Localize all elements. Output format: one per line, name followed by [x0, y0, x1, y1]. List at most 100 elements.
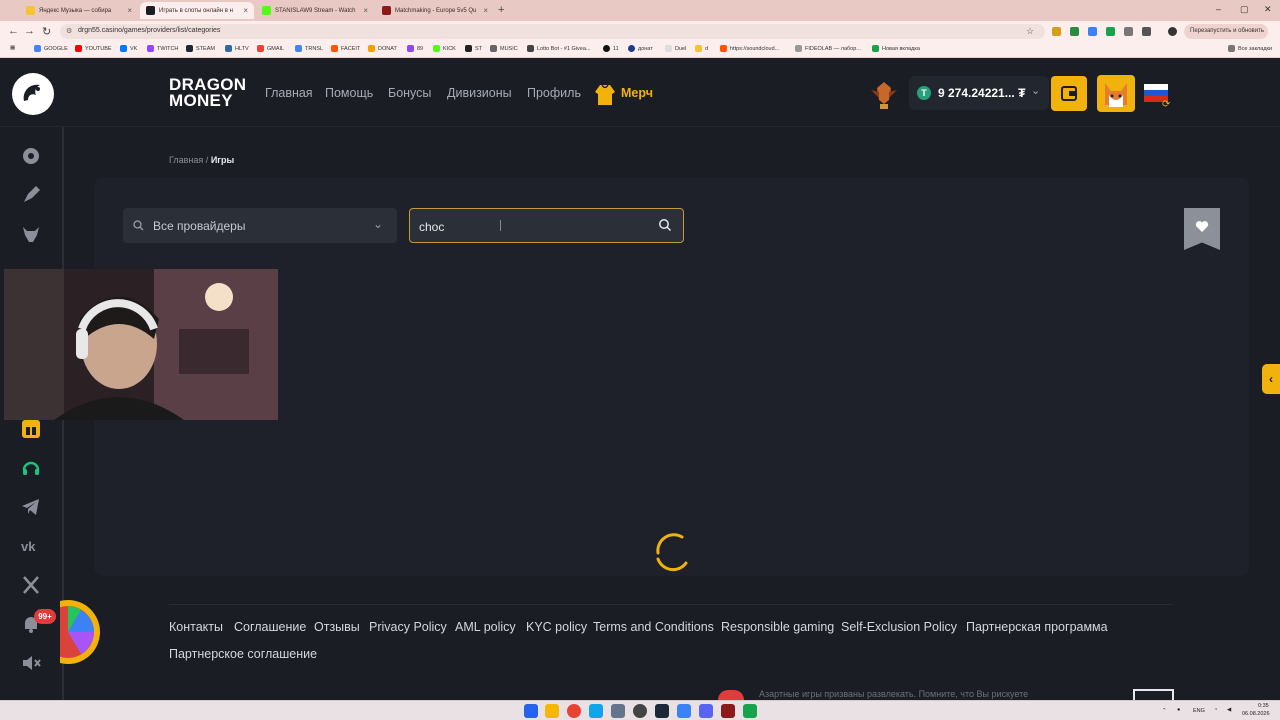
discord-icon[interactable] — [699, 704, 713, 718]
close-icon[interactable]: × — [363, 6, 368, 15]
tray-chevron-icon[interactable]: ⌃ — [1162, 708, 1167, 714]
windows-start-icon[interactable] — [524, 704, 538, 718]
speaker-icon[interactable]: ◀ — [1227, 707, 1231, 713]
rocket-icon[interactable] — [20, 184, 42, 206]
support-icon[interactable] — [20, 457, 42, 479]
extension-icon[interactable] — [1106, 27, 1115, 36]
bookmark-donat[interactable]: DONAT — [368, 45, 397, 52]
notepad-icon[interactable] — [611, 704, 625, 718]
tab-kick-stream[interactable]: STANISLAW9 Stream - Watch × — [256, 2, 374, 19]
all-bookmarks[interactable]: Все закладки — [1228, 45, 1272, 52]
bull-icon[interactable] — [20, 223, 42, 245]
bookmark-new-tab[interactable]: Новая вкладка — [872, 45, 920, 52]
tab-yandex-music[interactable]: Яндекс Музыка — собира × — [20, 2, 138, 19]
footer-link-partner-program[interactable]: Партнерская программа — [966, 620, 1108, 634]
chat-widget-icon[interactable] — [718, 690, 744, 700]
footer-link-aml[interactable]: AML policy — [455, 620, 516, 634]
nav-divisions[interactable]: Дивизионы — [447, 86, 512, 100]
store-icon[interactable] — [589, 704, 603, 718]
bookmark-hltv[interactable]: HLTV — [225, 45, 249, 52]
extension-icon[interactable] — [1070, 27, 1079, 36]
bookmark-duel[interactable]: Duel — [665, 45, 686, 52]
bookmark-11[interactable]: 11 — [603, 45, 619, 52]
chrome-icon[interactable] — [567, 704, 581, 718]
bookmark-st[interactable]: ST — [465, 45, 482, 52]
nav-bonuses[interactable]: Бонусы — [388, 86, 431, 100]
app-icon[interactable] — [743, 704, 757, 718]
minimize-icon[interactable]: – — [1216, 4, 1221, 14]
footer-link-terms[interactable]: Terms and Conditions — [593, 620, 714, 634]
footer-link-responsible[interactable]: Responsible gaming — [721, 620, 834, 634]
footer-link-agreement[interactable]: Соглашение — [234, 620, 306, 634]
reload-icon[interactable]: ↻ — [42, 25, 51, 38]
microphone-icon[interactable]: ● — [1177, 707, 1180, 713]
back-icon[interactable]: ← — [8, 25, 19, 37]
bookmark-trnsl[interactable]: TRNSL — [295, 45, 323, 52]
profile-icon[interactable] — [1168, 27, 1177, 36]
apps-icon[interactable]: ▦ — [10, 45, 15, 51]
bookmark-lotto-bot[interactable]: Lotto Bot - #1 Givea... — [527, 45, 591, 52]
trophy-icon[interactable] — [867, 78, 901, 112]
steam-icon[interactable] — [655, 704, 669, 718]
maximize-icon[interactable]: ▢ — [1240, 4, 1249, 15]
wallet-button[interactable] — [1051, 76, 1087, 111]
nav-home[interactable]: Главная — [265, 86, 313, 100]
extensions-puzzle-icon[interactable] — [1124, 27, 1133, 36]
footer-link-reviews[interactable]: Отзывы — [314, 620, 360, 634]
x-icon[interactable] — [20, 574, 42, 596]
faceit-icon[interactable] — [721, 704, 735, 718]
wifi-icon[interactable]: ◔ — [1214, 707, 1217, 713]
bookmark-faceit[interactable]: FACEIT — [331, 45, 360, 52]
site-info-icon[interactable]: ⚙ — [66, 27, 72, 35]
close-icon[interactable]: × — [243, 6, 248, 15]
nav-merch[interactable]: Мерч — [621, 86, 653, 100]
footer-link-kyc[interactable]: KYC policy — [526, 620, 587, 634]
bookmark-89[interactable]: 89 — [407, 45, 423, 52]
tab-dragon-money[interactable]: Играть в слоты онлайн в н × — [140, 2, 254, 19]
bookmark-google[interactable]: GOOGLE — [34, 45, 68, 52]
bookmark-gmail[interactable]: GMAIL — [257, 45, 284, 52]
footer-link-partner-agreement[interactable]: Партнерское соглашение — [169, 647, 317, 661]
language-indicator[interactable]: ENG — [1193, 708, 1205, 714]
bookmark-vk[interactable]: VK — [120, 45, 137, 52]
vk-icon[interactable]: vk — [20, 535, 42, 557]
gift-icon[interactable] — [20, 418, 42, 440]
provider-select[interactable]: Все провайдеры ⌄ — [123, 208, 397, 243]
footer-link-self-exclusion[interactable]: Self-Exclusion Policy — [841, 620, 957, 634]
extension-icon[interactable] — [1052, 27, 1061, 36]
tab-faceit[interactable]: Matchmaking - Europe 5v5 Qu × — [376, 2, 494, 19]
bookmark-star-icon[interactable]: ☆ — [1026, 26, 1035, 36]
nav-profile[interactable]: Профиль — [527, 86, 581, 100]
avatar[interactable] — [1097, 75, 1135, 112]
breadcrumb-home[interactable]: Главная — [169, 155, 203, 165]
url-input[interactable]: ⚙ drgn55.casino/games/providers/list/cat… — [60, 24, 1045, 39]
dragon-logo-icon[interactable] — [12, 73, 54, 115]
app-icon[interactable] — [677, 704, 691, 718]
obs-icon[interactable] — [633, 704, 647, 718]
close-icon[interactable]: × — [127, 6, 132, 15]
fortune-wheel-icon[interactable] — [60, 598, 102, 666]
bookmark-steam[interactable]: STEAM — [186, 45, 215, 52]
chat-panel-toggle[interactable]: ‹ — [1262, 364, 1280, 394]
bookmark-d[interactable]: d — [695, 45, 708, 52]
extension-icon[interactable] — [1088, 27, 1097, 36]
telegram-icon[interactable] — [20, 496, 42, 518]
bookmark-donat-2[interactable]: донат — [628, 45, 653, 52]
bookmark-youtube[interactable]: YOUTUBE — [75, 45, 112, 52]
brand-logo[interactable]: DRAGON MONEY — [169, 76, 246, 109]
footer-link-contacts[interactable]: Контакты — [169, 620, 223, 634]
bookmark-music[interactable]: MUSIC — [490, 45, 518, 52]
clock-date[interactable]: 06.08.2026 — [1242, 711, 1270, 717]
bookmark-fideolab[interactable]: FIDEOLAB — лабор... — [795, 45, 861, 52]
bookmark-kick[interactable]: KICK — [433, 45, 456, 52]
poker-chip-icon[interactable] — [20, 145, 42, 167]
bookmark-soundcloud[interactable]: https://soundcloud... — [720, 45, 779, 52]
footer-link-privacy[interactable]: Privacy Policy — [369, 620, 447, 634]
download-icon[interactable] — [1142, 27, 1151, 36]
close-icon[interactable]: × — [483, 6, 488, 15]
close-window-icon[interactable]: ✕ — [1264, 4, 1272, 15]
restart-update-button[interactable]: Перезапустить и обновить — [1184, 24, 1268, 39]
game-search-input[interactable]: choc — [409, 208, 684, 243]
clock-time[interactable]: 0:35 — [1258, 703, 1269, 709]
search-icon[interactable] — [658, 218, 672, 232]
